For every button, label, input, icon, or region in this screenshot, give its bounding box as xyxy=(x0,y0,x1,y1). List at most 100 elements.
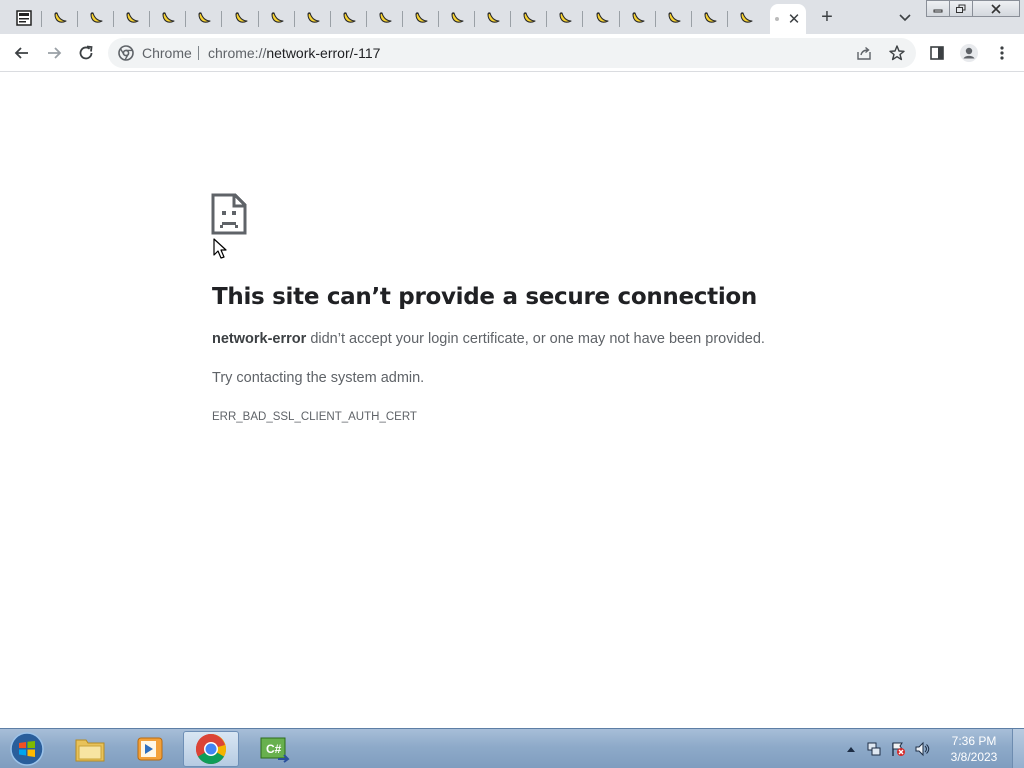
site-favicon-icon xyxy=(16,10,32,26)
clock-time: 7:36 PM xyxy=(951,734,997,748)
error-code: ERR_BAD_SSL_CLIENT_AUTH_CERT xyxy=(212,411,417,423)
side-panel-button[interactable] xyxy=(927,43,947,63)
tab-pinned-site[interactable] xyxy=(6,4,42,32)
banana-favicon-icon xyxy=(523,12,536,23)
tab-loading-icon xyxy=(775,17,779,21)
minimize-button[interactable] xyxy=(926,0,950,17)
tab-close-button[interactable]: ✕ xyxy=(788,12,801,27)
error-page: This site can’t provide a secure connect… xyxy=(0,72,1024,728)
banana-favicon-icon xyxy=(198,12,211,23)
tab-banana[interactable] xyxy=(42,4,78,32)
taskbar-explorer[interactable] xyxy=(62,731,118,767)
url-text[interactable]: chrome://network-error/-117 xyxy=(208,45,380,61)
taskbar-chrome[interactable] xyxy=(183,731,239,767)
tab-banana[interactable] xyxy=(584,4,620,32)
clock-date: 3/8/2023 xyxy=(950,750,998,764)
banana-favicon-icon xyxy=(668,12,681,23)
banana-favicon-icon xyxy=(90,12,103,23)
start-button-icon[interactable] xyxy=(8,731,46,767)
error-title: This site can’t provide a secure connect… xyxy=(212,284,757,310)
address-bar[interactable]: Chrome chrome://network-error/-117 xyxy=(108,38,916,68)
banana-favicon-icon xyxy=(307,12,320,23)
tab-banana[interactable] xyxy=(620,4,656,32)
action-center-flag-icon[interactable] xyxy=(890,741,906,757)
close-window-button[interactable] xyxy=(972,0,1020,17)
tab-banana[interactable] xyxy=(439,4,475,32)
bookmark-star-icon[interactable] xyxy=(888,44,906,62)
tab-banana[interactable] xyxy=(656,4,692,32)
banana-favicon-icon xyxy=(343,12,356,23)
error-description-text: didn’t accept your login certificate, or… xyxy=(310,331,765,347)
menu-button[interactable] xyxy=(992,43,1012,63)
show-desktop-button[interactable] xyxy=(1012,729,1024,768)
back-button[interactable] xyxy=(11,42,33,64)
tab-banana[interactable] xyxy=(367,4,403,32)
new-tab-button[interactable]: + xyxy=(816,6,838,28)
tab-banana[interactable] xyxy=(259,4,295,32)
media-player-icon xyxy=(137,737,163,761)
restore-button[interactable] xyxy=(949,0,973,17)
forward-arrow-icon xyxy=(48,47,62,59)
taskbar-media-player[interactable] xyxy=(122,731,178,767)
error-hint: Try contacting the system admin. xyxy=(212,370,425,386)
reload-button[interactable] xyxy=(75,42,97,64)
tab-strip: ✕ + xyxy=(0,0,1024,34)
csharp-icon: C# xyxy=(260,737,290,763)
profile-avatar-icon xyxy=(960,44,978,62)
banana-favicon-icon xyxy=(415,12,428,23)
banana-favicon-icon xyxy=(451,12,464,23)
tab-active[interactable]: ✕ xyxy=(770,4,806,34)
tab-banana[interactable] xyxy=(403,4,439,32)
tab-banana[interactable] xyxy=(728,4,764,32)
browser-toolbar: Chrome chrome://network-error/-117 xyxy=(0,34,1024,72)
tab-banana[interactable] xyxy=(475,4,511,32)
tab-banana[interactable] xyxy=(223,4,259,32)
banana-favicon-icon xyxy=(379,12,392,23)
sad-page-icon xyxy=(211,193,247,235)
tab-banana[interactable] xyxy=(114,4,150,32)
banana-favicon-icon xyxy=(487,12,500,23)
tab-banana[interactable] xyxy=(547,4,583,32)
tab-banana[interactable] xyxy=(186,4,222,32)
chrome-logo-icon[interactable] xyxy=(118,45,134,61)
tab-banana[interactable] xyxy=(692,4,728,32)
tab-banana[interactable] xyxy=(150,4,186,32)
origin-chip-label: Chrome xyxy=(142,45,192,61)
forward-button[interactable] xyxy=(43,42,65,64)
volume-icon[interactable] xyxy=(914,741,930,757)
minimize-icon xyxy=(933,9,943,12)
omnibox-divider xyxy=(198,46,199,60)
error-description: network-error didn’t accept your login c… xyxy=(212,331,765,347)
url-scheme: chrome:// xyxy=(208,45,267,61)
reload-icon xyxy=(79,45,93,60)
taskbar-csharp-ide[interactable]: C# xyxy=(246,731,302,767)
banana-favicon-icon xyxy=(162,12,175,23)
folder-icon xyxy=(75,739,105,762)
svg-text:C#: C# xyxy=(266,742,282,756)
network-icon[interactable] xyxy=(866,741,882,757)
tab-banana[interactable] xyxy=(295,4,331,32)
system-clock[interactable]: 7:36 PM 3/8/2023 xyxy=(944,733,1004,765)
tab-banana[interactable] xyxy=(331,4,367,32)
banana-favicon-icon xyxy=(632,12,645,23)
banana-favicon-icon xyxy=(235,12,248,23)
banana-favicon-icon xyxy=(559,12,572,23)
banana-favicon-icon xyxy=(126,12,139,23)
banana-favicon-icon xyxy=(596,12,609,23)
url-path: network-error/-117 xyxy=(266,45,381,61)
mouse-cursor-icon xyxy=(213,238,227,259)
tab-banana[interactable] xyxy=(511,4,547,32)
taskbar: C# 7:36 PM 3/8/2023 xyxy=(0,728,1024,768)
tab-banana[interactable] xyxy=(78,4,114,32)
tray-overflow-arrow-icon[interactable] xyxy=(843,741,859,757)
banana-favicon-icon xyxy=(704,12,717,23)
share-icon[interactable] xyxy=(856,45,872,61)
back-arrow-icon xyxy=(14,47,28,59)
close-icon xyxy=(991,3,1001,14)
tab-search-chevron-icon[interactable] xyxy=(896,8,914,26)
banana-favicon-icon xyxy=(740,12,753,23)
restore-icon xyxy=(956,4,966,13)
window-controls xyxy=(926,0,1020,17)
banana-favicon-icon xyxy=(271,12,284,23)
profile-button[interactable] xyxy=(959,43,979,63)
